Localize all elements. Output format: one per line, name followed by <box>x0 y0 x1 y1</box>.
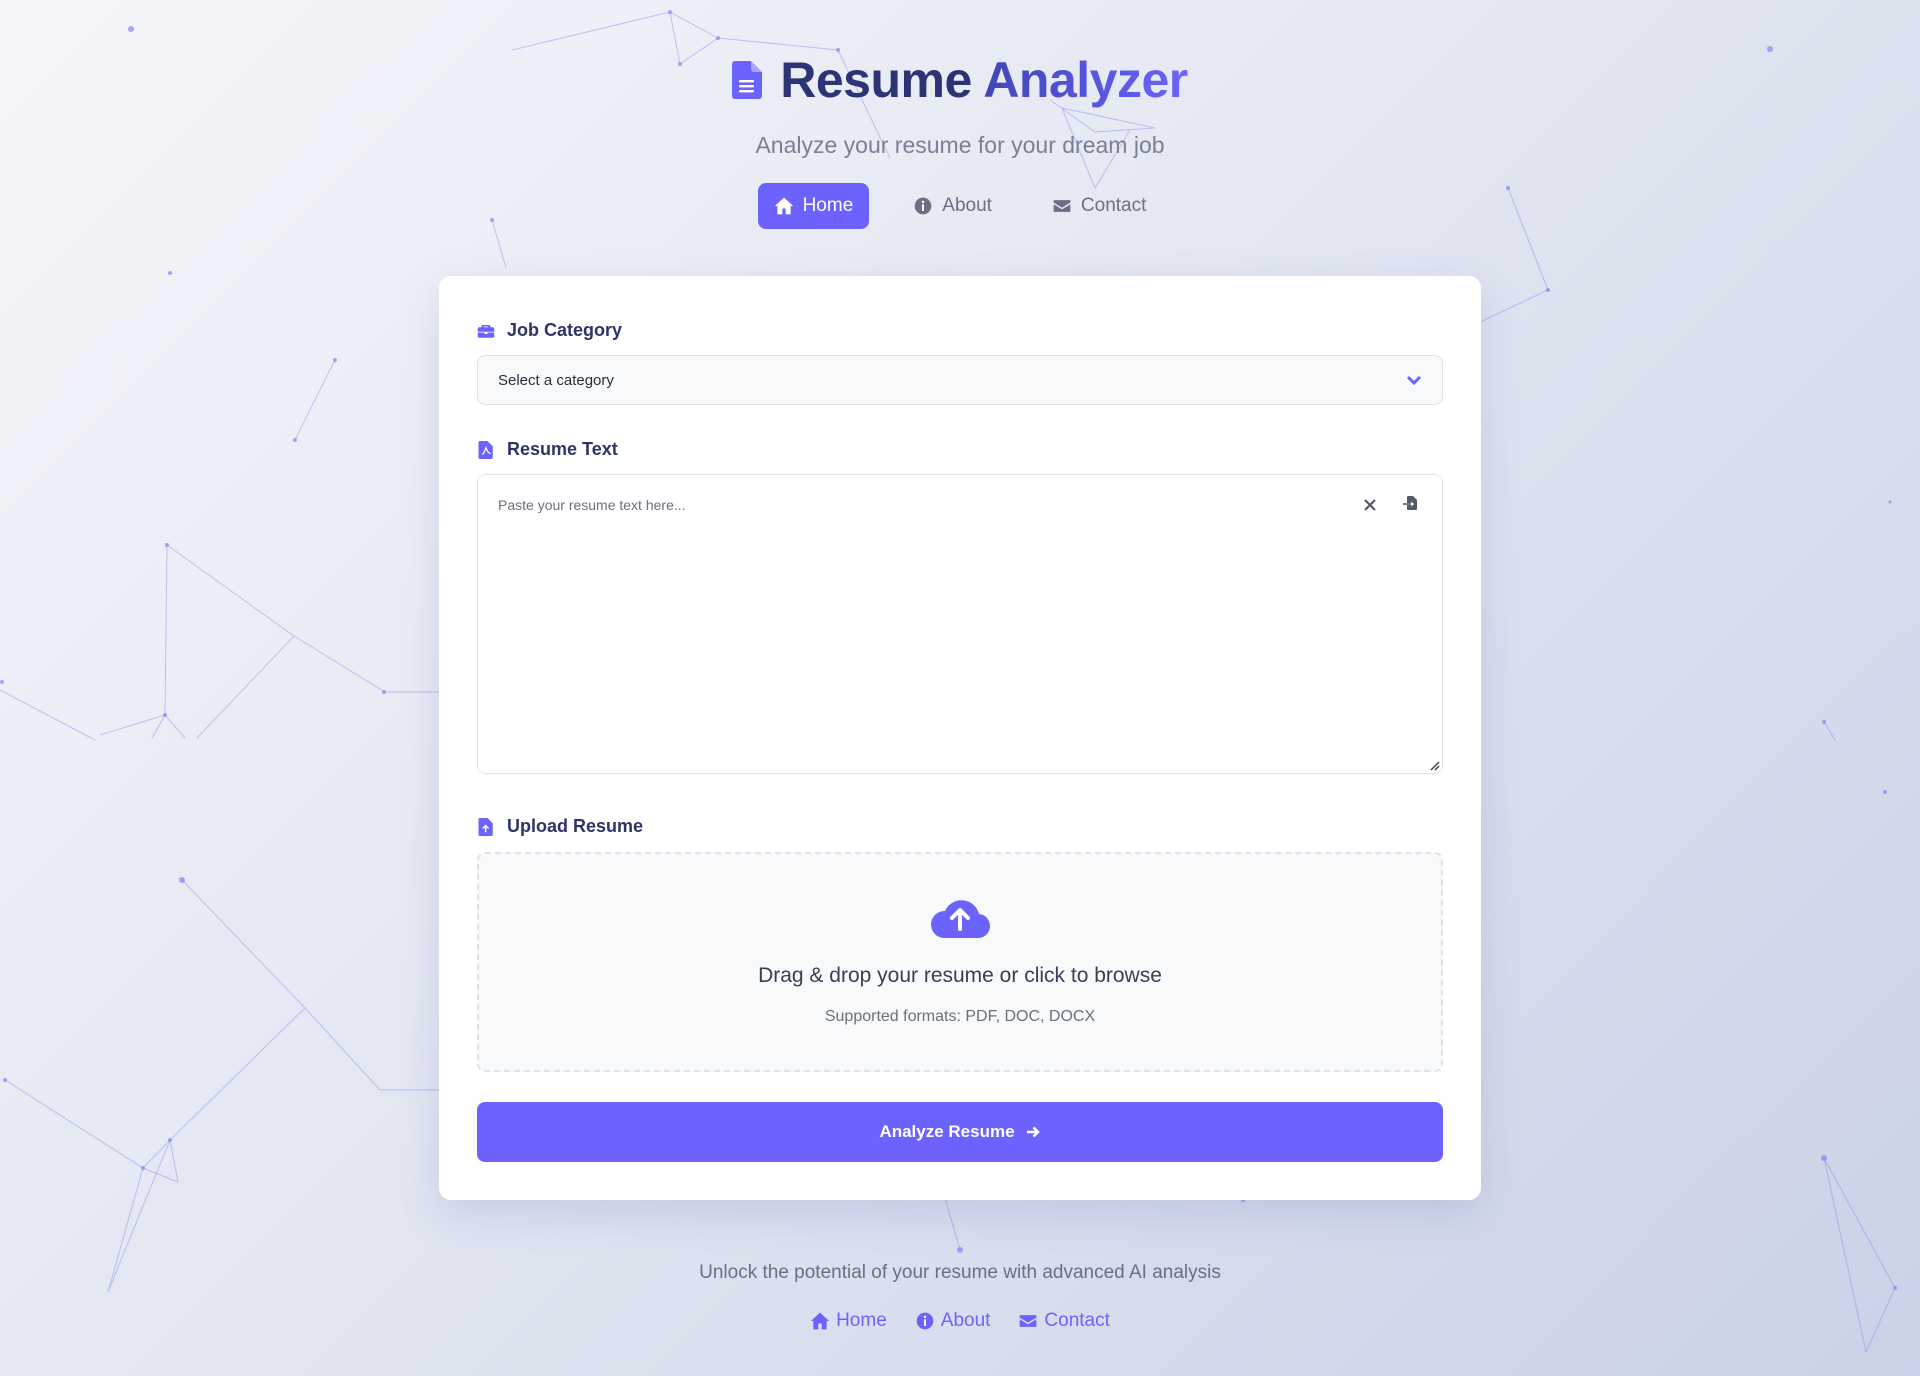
job-category-label-text: Job Category <box>507 320 623 340</box>
briefcase-icon <box>477 324 495 338</box>
analyze-resume-button[interactable]: Analyze Resume <box>477 1102 1443 1162</box>
resume-dropzone[interactable]: Drag & drop your resume or click to brow… <box>477 852 1443 1072</box>
page-header: Resume Analyzer Analyze your resume for … <box>0 50 1920 229</box>
file-pdf-icon <box>478 440 493 459</box>
resume-textarea-container <box>477 474 1443 774</box>
envelope-icon <box>1020 1315 1037 1327</box>
app-title-part1: Resume <box>780 52 972 108</box>
resume-text-label-text: Resume Text <box>507 439 618 459</box>
file-lines-icon <box>732 61 763 99</box>
page-subtitle: Analyze your resume for your dream job <box>755 132 1165 158</box>
home-icon <box>774 197 793 215</box>
file-import-icon <box>1403 496 1417 510</box>
footer-tagline: Unlock the potential of your resume with… <box>699 1262 1221 1283</box>
resume-textarea[interactable] <box>478 475 1442 773</box>
nav-item-label: Contact <box>1080 195 1147 216</box>
file-upload-icon <box>478 817 493 836</box>
footer-nav: Home About Contact <box>0 1310 1920 1332</box>
paste-text-button[interactable] <box>1402 495 1420 513</box>
app-title: Resume Analyzer <box>780 51 1188 109</box>
analyze-resume-button-label: Analyze Resume <box>879 1122 1015 1141</box>
info-circle-icon <box>916 1312 934 1330</box>
close-icon <box>1364 499 1376 511</box>
footer-link-about[interactable]: About <box>915 1310 991 1332</box>
footer-link-contact[interactable]: Contact <box>1018 1310 1110 1332</box>
upload-resume-label: Upload Resume <box>477 816 643 837</box>
resize-handle-icon[interactable] <box>1428 759 1440 771</box>
dropzone-main-text: Drag & drop your resume or click to brow… <box>758 964 1162 987</box>
footer-link-label: Home <box>836 1310 887 1331</box>
job-category-select[interactable]: Select a category <box>477 355 1443 405</box>
cloud-upload-icon <box>929 894 991 940</box>
nav-item-label: About <box>942 195 992 216</box>
footer-link-label: Contact <box>1044 1310 1110 1331</box>
upload-resume-label-text: Upload Resume <box>507 816 644 836</box>
page-footer: Unlock the potential of your resume with… <box>0 1262 1920 1332</box>
nav-item-home[interactable]: Home <box>757 183 870 229</box>
job-category-label: Job Category <box>477 320 622 341</box>
nav-item-contact[interactable]: Contact <box>1036 183 1162 229</box>
clear-text-button[interactable] <box>1362 497 1378 513</box>
chevron-down-icon <box>1406 375 1422 386</box>
job-category-selected: Select a category <box>498 371 614 389</box>
nav-item-about[interactable]: About <box>897 183 1008 229</box>
envelope-icon <box>1053 200 1071 212</box>
arrow-right-icon <box>1026 1126 1040 1138</box>
nav-item-label: Home <box>802 195 854 216</box>
app-title-part2: Analyzer <box>983 52 1188 108</box>
home-icon <box>810 1312 830 1330</box>
info-circle-icon <box>914 197 932 215</box>
dropzone-supported-formats: Supported formats: PDF, DOC, DOCX <box>824 1008 1096 1025</box>
title-row: Resume Analyzer <box>0 50 1920 110</box>
top-nav: Home About Contact <box>0 183 1920 229</box>
analyzer-card: Job Category Select a category Resume Te… <box>439 276 1481 1200</box>
resume-text-label: Resume Text <box>477 439 618 460</box>
footer-link-home[interactable]: Home <box>810 1310 887 1332</box>
footer-link-label: About <box>940 1310 991 1331</box>
